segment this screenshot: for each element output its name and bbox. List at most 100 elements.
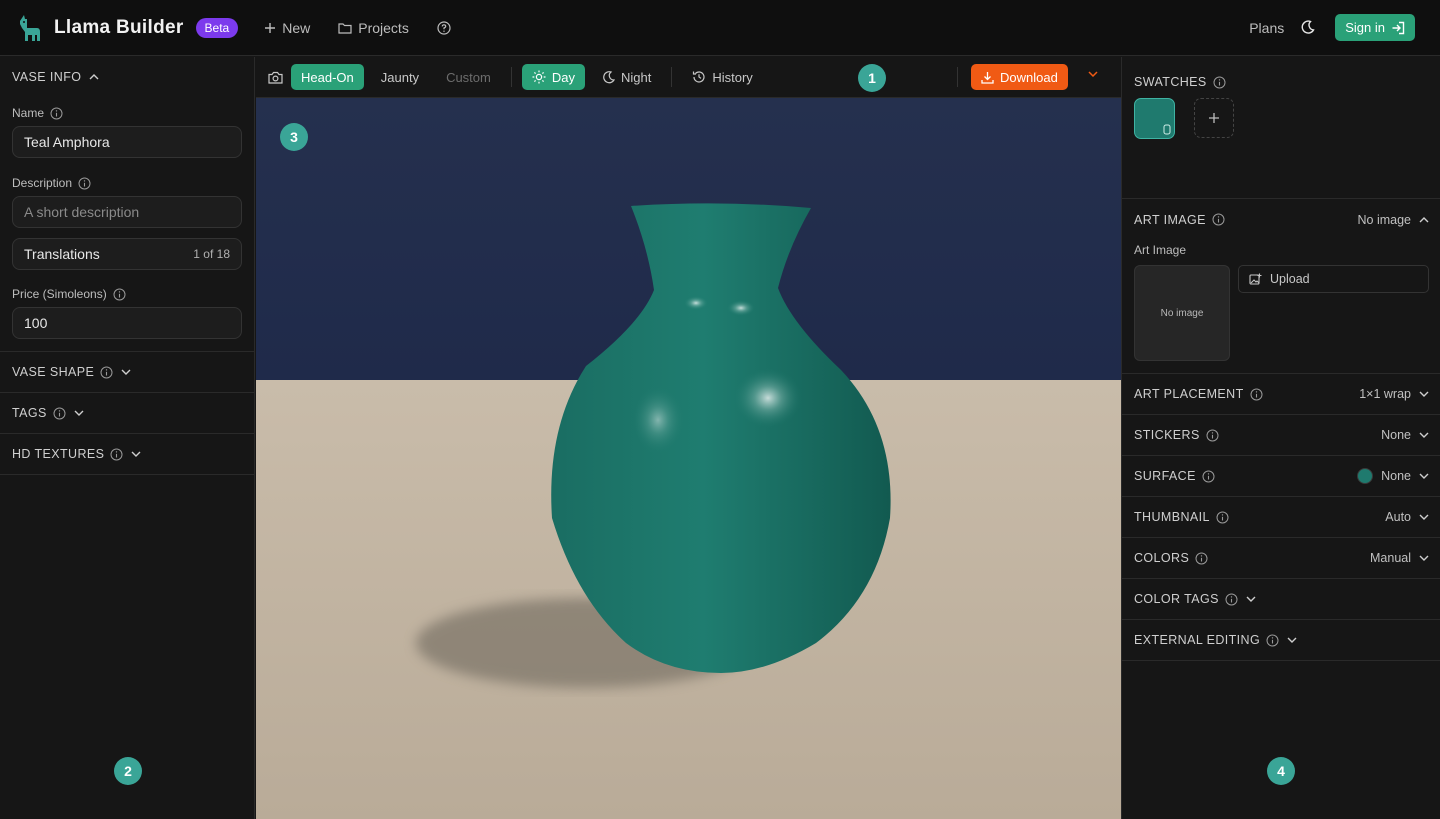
colors-row[interactable]: COLORS Manual [1122, 538, 1440, 579]
chevron-up-icon [89, 74, 99, 80]
art-image-preview[interactable]: No image [1134, 265, 1230, 361]
folder-icon [338, 22, 352, 34]
marker-1: 1 [858, 64, 886, 92]
chevron-down-icon [1419, 555, 1429, 561]
jaunty-button[interactable]: Jaunty [371, 64, 429, 90]
download-icon [981, 71, 994, 84]
chevron-down-icon[interactable] [1088, 71, 1098, 77]
art-image-title: ART IMAGE [1134, 212, 1206, 227]
thumbnail-row[interactable]: THUMBNAIL Auto [1122, 497, 1440, 538]
art-image-section: ART IMAGE No image [1122, 198, 1440, 240]
info-icon[interactable] [1250, 388, 1263, 401]
info-icon[interactable] [113, 288, 126, 301]
projects-label: Projects [358, 19, 409, 36]
moon-icon [603, 70, 615, 83]
left-panel: VASE INFO Name Teal Amphora Description … [0, 57, 255, 819]
info-icon[interactable] [1202, 470, 1215, 483]
right-panel: SWATCHES ART IMAGE No image Art Image No… [1121, 57, 1440, 819]
new-label: New [282, 19, 311, 36]
surface-color-dot [1357, 468, 1374, 484]
art-image-sub-label: Art Image [1134, 243, 1187, 257]
plus-icon [1209, 113, 1219, 123]
surface-title: SURFACE [1134, 469, 1196, 483]
vase-render[interactable] [256, 98, 1121, 819]
download-button[interactable]: Download [971, 64, 1068, 90]
info-icon[interactable] [53, 407, 66, 420]
vase-info-header[interactable]: VASE INFO [0, 57, 254, 97]
info-icon[interactable] [1195, 552, 1208, 565]
info-icon[interactable] [1216, 511, 1229, 524]
thumbnail-title: THUMBNAIL [1134, 510, 1210, 524]
plans-link[interactable]: Plans [1249, 20, 1284, 36]
stickers-row[interactable]: STICKERS None [1122, 415, 1440, 456]
help-button[interactable] [437, 20, 451, 35]
info-icon[interactable] [1213, 76, 1226, 89]
translations-label: Translations [24, 246, 100, 262]
price-label: Price (Simoleons) [12, 287, 107, 301]
art-placement-row[interactable]: ART PLACEMENT 1×1 wrap [1122, 374, 1440, 415]
surface-value: None [1381, 469, 1411, 483]
art-image-value: No image [1358, 213, 1430, 227]
3d-viewport[interactable]: 3 [256, 98, 1121, 819]
tags-section[interactable]: TAGS [0, 393, 254, 434]
price-field[interactable]: 100 [12, 307, 242, 339]
vase-shape-section[interactable]: VASE SHAPE [0, 352, 254, 393]
help-icon [437, 20, 451, 35]
info-icon[interactable] [1206, 429, 1219, 442]
login-icon [1392, 21, 1405, 34]
info-icon[interactable] [1225, 593, 1238, 606]
projects-button[interactable]: Projects [338, 20, 409, 36]
name-field[interactable]: Teal Amphora [12, 126, 242, 158]
price-value: 100 [24, 315, 48, 331]
info-icon[interactable] [1212, 213, 1225, 226]
sun-icon [532, 70, 546, 84]
translations-button[interactable]: Translations 1 of 18 [12, 238, 242, 270]
swatches-header: SWATCHES [1134, 75, 1226, 89]
price-label-row: Price (Simoleons) [12, 287, 242, 301]
chevron-down-icon [1419, 432, 1429, 438]
surface-row[interactable]: SURFACE None [1122, 456, 1440, 497]
hd-textures-title: HD TEXTURES [12, 447, 105, 461]
toolbar-divider [957, 67, 958, 87]
chevron-down-icon [1419, 514, 1429, 520]
sign-in-button[interactable]: Sign in [1335, 14, 1415, 41]
history-icon [693, 71, 705, 83]
info-icon[interactable] [78, 177, 91, 190]
plus-icon [265, 22, 276, 33]
history-label: History [712, 69, 753, 85]
settings-list: ART PLACEMENT 1×1 wrap STICKERS None SUR… [1122, 373, 1440, 661]
art-image-header[interactable]: ART IMAGE No image [1122, 199, 1440, 240]
chevron-down-icon [1287, 637, 1297, 643]
day-button[interactable]: Day [521, 64, 585, 90]
external-editing-row[interactable]: EXTERNAL EDITING [1122, 620, 1440, 661]
chevron-down-icon [1419, 473, 1429, 479]
description-label-row: Description [12, 176, 242, 190]
new-button[interactable]: New [264, 20, 310, 36]
custom-button[interactable]: Custom [436, 64, 501, 90]
description-field[interactable]: A short description [12, 196, 242, 228]
color-tags-title: COLOR TAGS [1134, 592, 1219, 606]
night-button[interactable]: Night [592, 64, 661, 90]
info-icon[interactable] [110, 448, 123, 461]
color-tags-row[interactable]: COLOR TAGS [1122, 579, 1440, 620]
beta-badge: Beta [195, 17, 239, 38]
llama-logo-icon[interactable] [16, 14, 42, 42]
info-icon[interactable] [1266, 634, 1279, 647]
marker-2: 2 [114, 757, 142, 785]
color-swatch[interactable] [1134, 98, 1175, 139]
art-image-status: No image [1357, 212, 1412, 227]
hd-textures-section[interactable]: HD TEXTURES [0, 434, 254, 475]
app-title: Llama Builder [54, 16, 184, 38]
add-swatch-button[interactable] [1194, 98, 1234, 138]
description-label: Description [12, 176, 73, 190]
stickers-value: None [1381, 428, 1411, 442]
marker-4: 4 [1267, 757, 1295, 785]
chevron-down-icon [1246, 596, 1256, 602]
moon-icon[interactable] [1300, 20, 1315, 35]
info-icon[interactable] [100, 366, 113, 379]
info-icon[interactable] [50, 107, 63, 120]
upload-button[interactable]: Upload [1238, 265, 1429, 293]
tags-title: TAGS [12, 406, 47, 420]
head-on-button[interactable]: Head-On [291, 64, 364, 90]
history-button[interactable]: History [682, 64, 762, 90]
